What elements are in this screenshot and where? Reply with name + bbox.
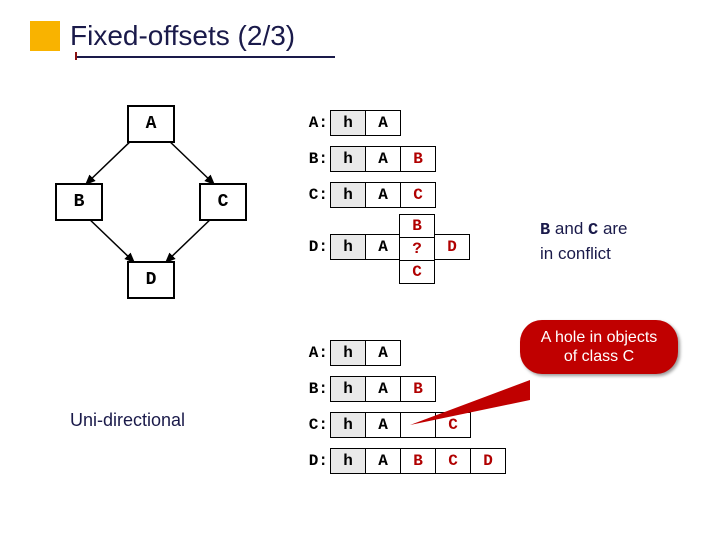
cell: A bbox=[365, 182, 401, 208]
note-c: C bbox=[588, 221, 598, 240]
row-d-label: D: bbox=[300, 238, 328, 256]
cell: C bbox=[400, 182, 436, 208]
cell: h bbox=[330, 146, 366, 172]
stack-cell: ? bbox=[399, 237, 435, 261]
row-a: A: h A bbox=[300, 110, 470, 136]
cell: h bbox=[330, 412, 366, 438]
cell: h bbox=[330, 182, 366, 208]
stack-cell: B bbox=[399, 214, 435, 238]
node-b-label: B bbox=[74, 192, 85, 212]
inheritance-graph: A B C D bbox=[55, 105, 255, 300]
row-d: D: h A D bbox=[300, 234, 470, 260]
node-d-label: D bbox=[146, 270, 157, 290]
note-text: and bbox=[550, 219, 588, 238]
cell: A bbox=[365, 234, 401, 260]
title-accent-icon bbox=[30, 21, 60, 51]
node-a: A bbox=[127, 105, 175, 143]
cell: A bbox=[365, 146, 401, 172]
row-c: C: h A C bbox=[300, 182, 470, 208]
callout-tail-icon bbox=[400, 360, 560, 490]
row-c-label: C: bbox=[300, 186, 328, 204]
slide-title-bar: Fixed-offsets (2/3) bbox=[30, 20, 295, 52]
cell: B bbox=[400, 146, 436, 172]
cell: A bbox=[365, 340, 401, 366]
layout-top: A: h A B: h A B C: h A C D: h A D bbox=[300, 110, 470, 264]
cell: A bbox=[365, 412, 401, 438]
row-b: B: h A B bbox=[300, 146, 470, 172]
row-d2-label: D: bbox=[300, 452, 328, 470]
hole-callout: A hole in objects of class C bbox=[520, 320, 678, 374]
cell: h bbox=[330, 234, 366, 260]
cell: A bbox=[365, 376, 401, 402]
row-b-label: B: bbox=[300, 150, 328, 168]
node-d: D bbox=[127, 261, 175, 299]
caption-unidirectional: Uni-directional bbox=[70, 410, 185, 431]
cell: h bbox=[330, 340, 366, 366]
stack-cell: C bbox=[399, 260, 435, 284]
conflict-note: B and C are in conflict bbox=[540, 218, 628, 266]
cell: h bbox=[330, 448, 366, 474]
cell: h bbox=[330, 376, 366, 402]
node-c: C bbox=[199, 183, 247, 221]
cell: h bbox=[330, 110, 366, 136]
title-underline bbox=[75, 56, 335, 58]
title-tick-icon bbox=[75, 52, 77, 60]
node-a-label: A bbox=[146, 114, 157, 134]
slide-title: Fixed-offsets (2/3) bbox=[70, 20, 295, 52]
cell: A bbox=[365, 110, 401, 136]
node-b: B bbox=[55, 183, 103, 221]
note-line2: in conflict bbox=[540, 244, 611, 263]
row-c2-label: C: bbox=[300, 416, 328, 434]
note-b: B bbox=[540, 221, 550, 240]
cell: A bbox=[365, 448, 401, 474]
row-a2-label: A: bbox=[300, 344, 328, 362]
note-text: are bbox=[598, 219, 627, 238]
conflict-stack: B ? C bbox=[399, 215, 435, 284]
row-a-label: A: bbox=[300, 114, 328, 132]
row-b2-label: B: bbox=[300, 380, 328, 398]
cell: D bbox=[434, 234, 470, 260]
node-c-label: C bbox=[218, 192, 229, 212]
